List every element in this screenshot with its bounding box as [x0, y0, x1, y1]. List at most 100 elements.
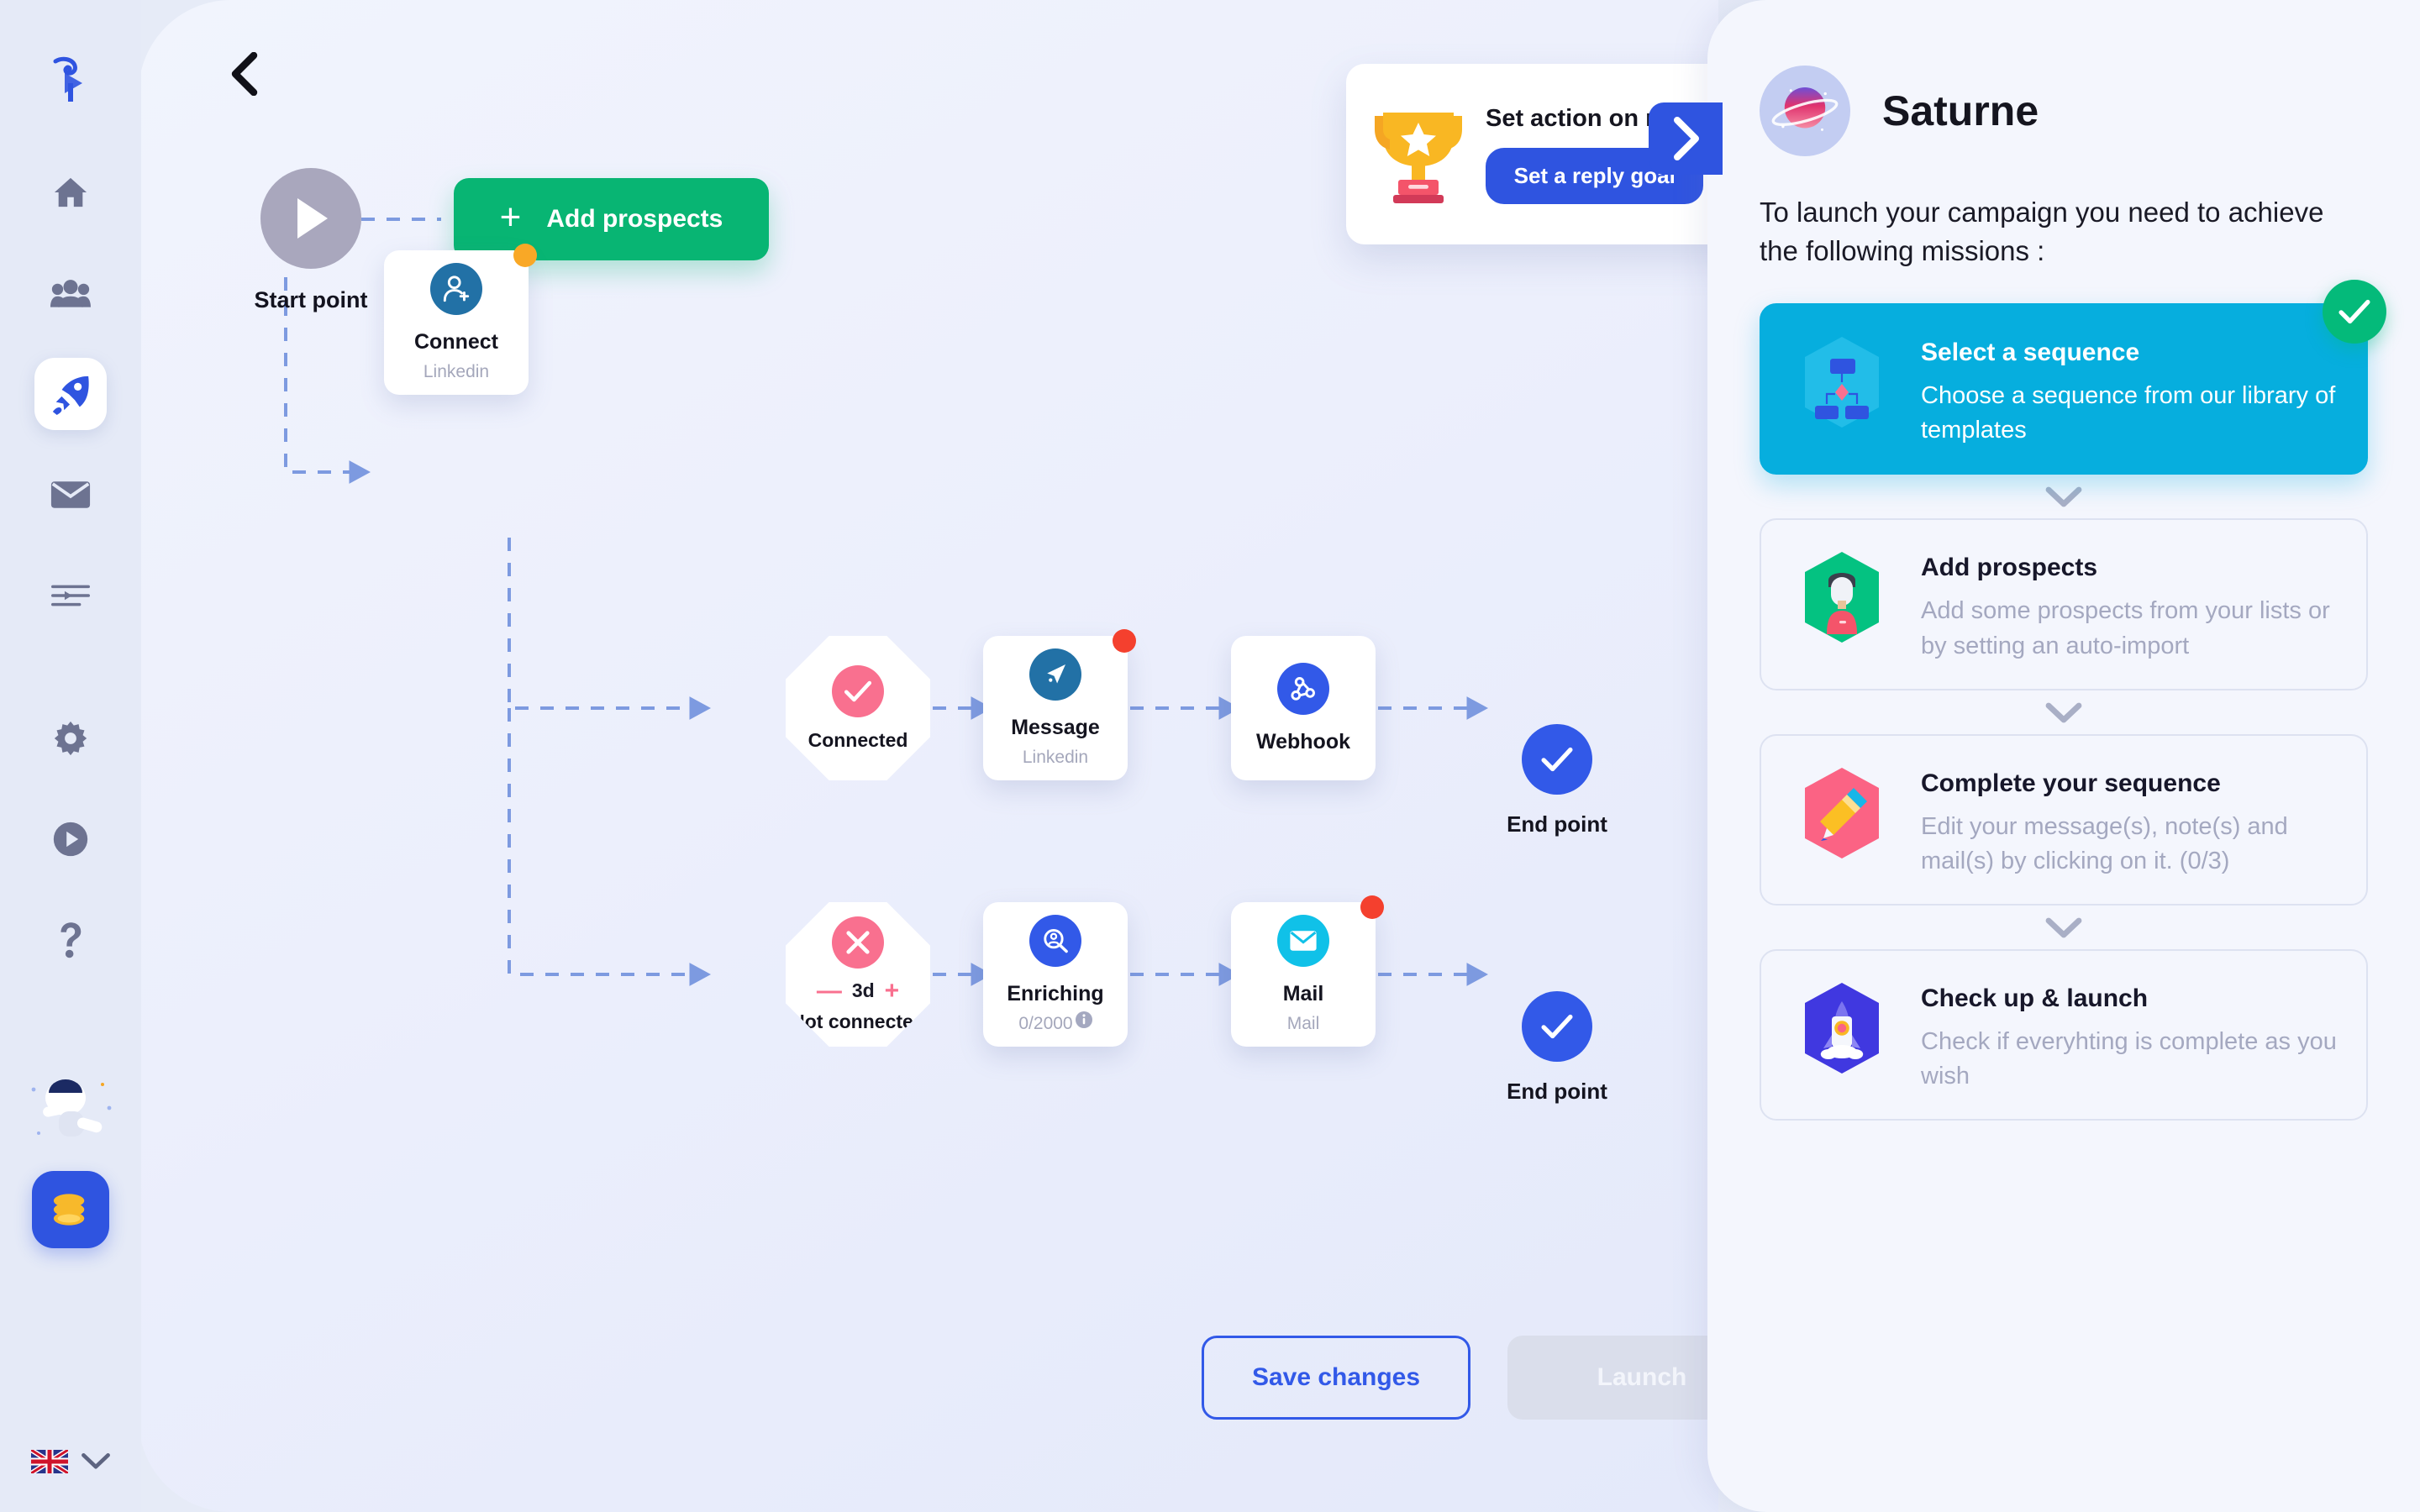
mission-desc: Add some prospects from your lists or by…: [1921, 597, 2330, 659]
mission-separator: [1760, 690, 2368, 734]
node-icon-wrap: [832, 916, 884, 969]
end-point-node-top[interactable]: End point: [1481, 724, 1633, 837]
node-subtitle: 0/2000: [1018, 1014, 1073, 1033]
mission-completed-badge: [2323, 280, 2386, 344]
mission-name: Select a sequence: [1921, 339, 2140, 367]
node-title: Webhook: [1255, 729, 1351, 753]
end-point-circle: [1522, 724, 1592, 795]
astronaut-icon: [31, 1079, 112, 1137]
back-button[interactable]: [221, 50, 268, 97]
sidebar-item-inbox[interactable]: [34, 459, 107, 531]
mission-body: Add prospects Add some prospects from yo…: [1921, 545, 2338, 663]
end-point-circle: [1522, 991, 1592, 1062]
sidebar-item-settings[interactable]: [34, 702, 107, 774]
check-icon: [844, 680, 872, 701]
mission-separator: [1760, 906, 2368, 949]
rocket-icon: [52, 375, 89, 415]
mission-icon: [1790, 761, 1894, 865]
node-icon-wrap: [1277, 662, 1329, 715]
envelope-icon: [1290, 931, 1317, 951]
mission-check-up-and-launch[interactable]: Check up & launch Check if everyhting is…: [1760, 949, 2368, 1121]
mission-name: Check up & launch: [1921, 984, 2149, 1013]
chevron-down-icon: [2045, 487, 2082, 507]
canvas-footer-actions: Save changes Launch: [1202, 1336, 1718, 1420]
sidebar-item-campaigns[interactable]: [34, 358, 107, 430]
waalaxy-bird-logo-icon: [53, 56, 82, 102]
uk-flag-icon: [31, 1450, 68, 1473]
start-point-node[interactable]: Start point: [227, 168, 395, 313]
delay-value: 3d: [851, 979, 875, 1001]
check-icon: [1541, 747, 1573, 772]
node-title: Not connected: [791, 1010, 925, 1032]
chevron-down-icon: [2045, 702, 2082, 723]
rocket-hex-icon: [1805, 983, 1879, 1074]
mission-desc: Edit your message(s), note(s) and mail(s…: [1921, 812, 2288, 874]
mission-name: Complete your sequence: [1921, 769, 2221, 797]
delay-stepper[interactable]: — 3d +: [817, 978, 900, 1004]
pencil-hex-icon: [1805, 767, 1879, 858]
mail-icon: [50, 481, 91, 508]
end-point-node-bottom[interactable]: End point: [1481, 991, 1633, 1105]
node-enriching[interactable]: Enriching 0/2000: [983, 902, 1128, 1047]
panel-intro-text: To launch your campaign you need to achi…: [1760, 197, 2324, 266]
language-selector[interactable]: [0, 1450, 141, 1473]
delay-increase-button[interactable]: +: [885, 978, 900, 1004]
trophy-icon: [1375, 112, 1462, 203]
node-subtitle: Mail: [1286, 1014, 1320, 1033]
mission-icon: [1790, 545, 1894, 649]
info-icon[interactable]: [1075, 1011, 1092, 1028]
credits-button[interactable]: [32, 1171, 109, 1248]
mission-desc: Choose a sequence from our library of te…: [1921, 382, 2336, 444]
coins-icon: [53, 1194, 85, 1226]
home-icon: [54, 177, 87, 207]
node-status-badge: [513, 244, 537, 267]
panel-toggle-button[interactable]: [1649, 102, 1723, 175]
missions-list: Select a sequence Choose a sequence from…: [1760, 280, 2386, 1121]
launch-button[interactable]: Launch: [1507, 1336, 1718, 1420]
save-changes-button[interactable]: Save changes: [1202, 1336, 1470, 1420]
sidebar-item-queue[interactable]: [34, 559, 107, 632]
node-message[interactable]: Message Linkedin: [983, 629, 1136, 780]
add-prospects-button[interactable]: + Add prospects: [454, 178, 769, 260]
node-icon-wrap: [1277, 915, 1329, 967]
mission-complete-your-sequence[interactable]: Complete your sequence Edit your message…: [1760, 733, 2368, 906]
node-title: Enriching: [1007, 982, 1104, 1005]
node-icon-wrap: [1029, 915, 1081, 967]
add-prospects-label: Add prospects: [546, 205, 723, 233]
sidebar-item-help[interactable]: [34, 904, 107, 976]
mission-add-prospects[interactable]: Add prospects Add some prospects from yo…: [1760, 518, 2368, 690]
sidebar-item-prospects[interactable]: [34, 257, 107, 329]
webhook-icon: [1291, 676, 1315, 701]
start-point-circle: [260, 168, 361, 269]
mission-select-a-sequence[interactable]: Select a sequence Choose a sequence from…: [1760, 280, 2386, 475]
node-icon-wrap: [1029, 648, 1081, 701]
sequence-flow-hex-icon: [1805, 337, 1879, 428]
chevron-down-icon: [2045, 917, 2082, 938]
panel-header: Saturne: [1760, 66, 2368, 156]
chevron-down-icon: [82, 1453, 110, 1469]
app-logo[interactable]: [40, 49, 101, 109]
node-title: Connect: [414, 330, 498, 354]
delay-decrease-button[interactable]: —: [817, 978, 842, 1004]
node-status-badge: [1360, 895, 1384, 919]
mission-icon: [1790, 976, 1894, 1080]
node-webhook[interactable]: Webhook: [1231, 636, 1376, 780]
mission-body: Select a sequence Choose a sequence from…: [1921, 330, 2338, 448]
node-icon-wrap: [430, 263, 482, 315]
list-icon: [51, 585, 90, 606]
node-connect[interactable]: Connect Linkedin: [384, 244, 537, 395]
astronaut-illustration: [20, 1063, 121, 1156]
node-mail[interactable]: Mail Mail: [1231, 895, 1384, 1047]
node-not-connected[interactable]: — 3d + Not connected: [786, 902, 930, 1047]
user-plus-icon: [443, 276, 470, 302]
sidebar-item-tutorials[interactable]: [34, 803, 107, 875]
mission-icon: [1790, 330, 1894, 434]
play-circle-icon: [53, 822, 88, 857]
node-connected[interactable]: Connected: [786, 636, 930, 780]
sidebar-item-home[interactable]: [34, 156, 107, 228]
person-hex-icon: [1805, 552, 1879, 643]
mission-name: Add prospects: [1921, 554, 2098, 582]
missions-side-panel: Saturne To launch your campaign you need…: [1707, 0, 2420, 1512]
mission-body: Complete your sequence Edit your message…: [1921, 761, 2338, 879]
node-subtitle-row: 0/2000: [1018, 1011, 1092, 1034]
